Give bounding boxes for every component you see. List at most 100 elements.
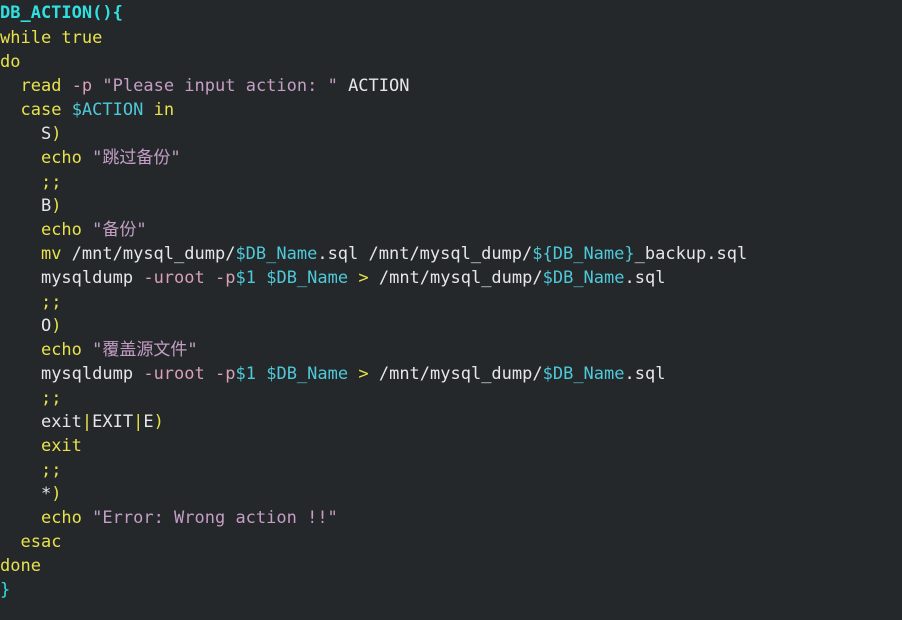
- code-token: "备份": [92, 220, 147, 240]
- code-line[interactable]: DB_ACTION(){: [0, 0, 902, 26]
- code-token: O: [40, 316, 52, 336]
- code-token: -uroot: [143, 364, 205, 384]
- code-line[interactable]: ;;: [0, 458, 902, 482]
- code-token: .sql: [624, 364, 666, 384]
- code-line[interactable]: mysqldump -uroot -p$1 $DB_Name > /mnt/my…: [0, 362, 902, 386]
- code-line[interactable]: ;;: [0, 290, 902, 314]
- code-token: /mnt/mysql_dump/: [368, 268, 543, 288]
- code-token: ): [51, 484, 62, 504]
- code-token: done: [0, 556, 41, 576]
- code-token: DB_ACTION(){: [0, 3, 123, 23]
- code-line[interactable]: exit|EXIT|E): [0, 410, 902, 434]
- code-token: while true: [0, 28, 103, 48]
- code-line[interactable]: echo "覆盖源文件": [0, 338, 902, 362]
- code-token: $1: [235, 268, 256, 288]
- code-token: ): [51, 316, 62, 336]
- code-token: case: [20, 100, 62, 120]
- code-token: EXIT: [92, 412, 134, 432]
- code-token: echo: [40, 220, 82, 240]
- code-token: |: [81, 412, 93, 432]
- code-token: ): [153, 412, 164, 432]
- code-token: do: [0, 52, 21, 72]
- code-token: $DB_Name: [542, 268, 625, 288]
- code-token: $ACTION: [71, 100, 144, 120]
- code-line[interactable]: mv /mnt/mysql_dump/$DB_Name.sql /mnt/mys…: [0, 242, 902, 266]
- code-token: ACTION: [337, 76, 410, 96]
- code-token: $DB_Name: [542, 364, 625, 384]
- code-token: ): [51, 124, 62, 144]
- code-token: >: [358, 268, 369, 288]
- code-token: exit: [40, 412, 82, 432]
- code-token: .sql /mnt/mysql_dump/: [317, 244, 533, 264]
- code-line[interactable]: case $ACTION in: [0, 98, 902, 122]
- code-token: read: [20, 76, 62, 96]
- code-token: echo: [40, 340, 82, 360]
- code-line[interactable]: while true: [0, 26, 902, 50]
- code-line[interactable]: esac: [0, 530, 902, 554]
- code-token: echo: [40, 148, 82, 168]
- code-line[interactable]: ;;: [0, 170, 902, 194]
- code-line[interactable]: *): [0, 482, 902, 506]
- code-token: ;;: [40, 388, 62, 408]
- code-token: ;;: [40, 172, 62, 192]
- code-token: mysqldump: [40, 268, 134, 288]
- code-token: S: [40, 124, 52, 144]
- code-token: esac: [20, 532, 62, 552]
- code-line[interactable]: B): [0, 194, 902, 218]
- code-token: ${DB_Name}: [532, 244, 635, 264]
- code-line[interactable]: echo "跳过备份": [0, 146, 902, 170]
- code-token: "Error: Wrong action !!": [92, 508, 338, 528]
- code-token: |: [133, 412, 144, 432]
- code-token: exit: [40, 436, 82, 456]
- code-line[interactable]: echo "备份": [0, 218, 902, 242]
- code-line[interactable]: exit: [0, 434, 902, 458]
- code-token: -p: [215, 364, 236, 384]
- code-line[interactable]: echo "Error: Wrong action !!": [0, 506, 902, 530]
- code-token: /mnt/mysql_dump/: [61, 244, 236, 264]
- code-line[interactable]: ;;: [0, 386, 902, 410]
- code-token: /mnt/mysql_dump/: [368, 364, 543, 384]
- code-token: in: [153, 100, 175, 120]
- code-token: "覆盖源文件": [92, 340, 198, 360]
- code-line[interactable]: read -p "Please input action: " ACTION: [0, 74, 902, 98]
- code-line[interactable]: do: [0, 50, 902, 74]
- code-token: >: [358, 364, 369, 384]
- code-line[interactable]: }: [0, 578, 902, 602]
- code-line[interactable]: S): [0, 122, 902, 146]
- code-token: -uroot: [143, 268, 205, 288]
- code-line[interactable]: mysqldump -uroot -p$1 $DB_Name > /mnt/my…: [0, 266, 902, 290]
- code-token: $1: [235, 364, 256, 384]
- code-token: *: [40, 484, 52, 504]
- code-line[interactable]: done: [0, 554, 902, 578]
- code-token: E: [143, 412, 154, 432]
- code-editor[interactable]: DB_ACTION(){while true do read -p "Please…: [0, 0, 902, 620]
- code-line[interactable]: O): [0, 314, 902, 338]
- code-token: "Please input action: ": [102, 76, 338, 96]
